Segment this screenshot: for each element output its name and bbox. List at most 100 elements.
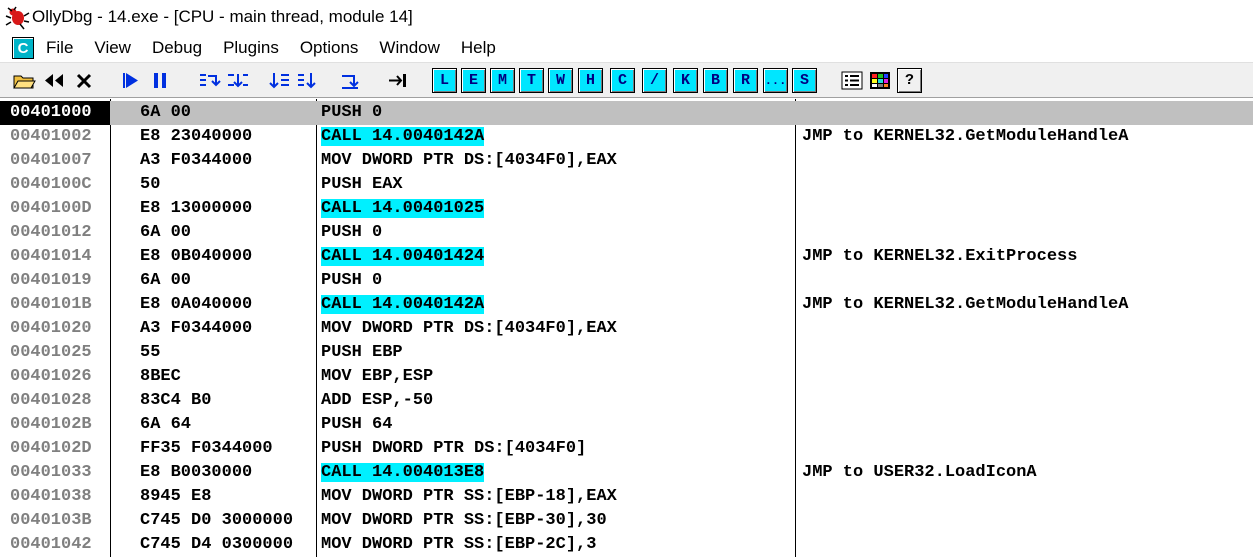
menu-plugins[interactable]: Plugins <box>223 38 279 58</box>
step-over-icon[interactable] <box>226 68 250 93</box>
disasm-row[interactable]: 0040102D FF35 F0344000 PUSH DWORD PTR DS… <box>0 437 1253 461</box>
instruction: MOV DWORD PTR SS:[EBP-18],EAX <box>321 487 617 506</box>
instruction: PUSH 0 <box>321 223 383 242</box>
menu-file[interactable]: File <box>46 38 73 58</box>
disassembly: PUSH 64 <box>321 413 795 437</box>
call-instruction: CALL 14.0040142A <box>321 295 485 314</box>
hex-dump: E8 0A040000 <box>140 295 253 314</box>
disassembly: MOV DWORD PTR DS:[4034F0],EAX <box>321 149 795 173</box>
breakpoints-button[interactable]: B <box>703 68 728 93</box>
run-trace-button[interactable]: ... <box>763 68 788 93</box>
disasm-row-selected[interactable]: 00401000 6A 00 PUSH 0 <box>0 101 1253 125</box>
cpu-window-button[interactable]: C <box>12 37 34 59</box>
address: 00401038 <box>10 487 92 506</box>
close-icon[interactable] <box>72 68 96 93</box>
address: 00401007 <box>10 151 92 170</box>
trace-into-icon[interactable] <box>268 68 292 93</box>
run-icon[interactable] <box>120 68 144 93</box>
source-button[interactable]: S <box>792 68 817 93</box>
appearance-icon[interactable] <box>868 68 892 93</box>
disassembly: MOV DWORD PTR DS:[4034F0],EAX <box>321 317 795 341</box>
references-button[interactable]: R <box>733 68 758 93</box>
title-bar: OllyDbg - 14.exe - [CPU - main thread, m… <box>0 0 1253 34</box>
menu-view[interactable]: View <box>94 38 131 58</box>
memory-map-button[interactable]: M <box>490 68 515 93</box>
disasm-row[interactable]: 00401026 8BEC MOV EBP,ESP <box>0 365 1253 389</box>
disasm-row[interactable]: 00401033 E8 B0030000 CALL 14.004013E8 JM… <box>0 461 1253 485</box>
options-list-icon[interactable] <box>840 68 864 93</box>
menu-debug[interactable]: Debug <box>152 38 202 58</box>
hex-dump: E8 B0030000 <box>140 463 253 482</box>
instruction: MOV DWORD PTR SS:[EBP-30],30 <box>321 511 607 530</box>
comment: JMP to KERNEL32.GetModuleHandleA <box>802 127 1129 146</box>
ollydbg-bug-icon <box>5 6 30 30</box>
hex-dump: 8945 E8 <box>140 487 212 506</box>
disassembly: MOV DWORD PTR SS:[EBP-2C],3 <box>321 533 795 557</box>
address: 00401025 <box>10 343 92 362</box>
windows-button[interactable]: W <box>548 68 573 93</box>
disasm-row[interactable]: 00401012 6A 00 PUSH 0 <box>0 221 1253 245</box>
disassembly: PUSH EAX <box>321 173 795 197</box>
address: 00401019 <box>10 271 92 290</box>
disasm-row[interactable]: 0040103B C745 D0 3000000 MOV DWORD PTR S… <box>0 509 1253 533</box>
executable-modules-button[interactable]: E <box>461 68 486 93</box>
disasm-row[interactable]: 0040100C 50 PUSH EAX <box>0 173 1253 197</box>
call-instruction: CALL 14.004013E8 <box>321 463 485 482</box>
disassembly: PUSH 0 <box>321 221 795 245</box>
address: 00401020 <box>10 319 92 338</box>
disasm-row[interactable]: 00401025 55 PUSH EBP <box>0 341 1253 365</box>
address: 00401000 <box>0 101 110 125</box>
disassembly: CALL 14.004013E8 <box>321 461 795 485</box>
execute-till-return-icon[interactable] <box>338 68 362 93</box>
disasm-row[interactable]: 00401020 A3 F0344000 MOV DWORD PTR DS:[4… <box>0 317 1253 341</box>
disasm-row[interactable]: 0040102B 6A 64 PUSH 64 <box>0 413 1253 437</box>
address: 00401002 <box>10 127 92 146</box>
address: 0040100D <box>10 199 92 218</box>
hex-dump: 6A 00 <box>140 223 192 242</box>
trace-over-icon[interactable] <box>296 68 320 93</box>
disasm-row[interactable]: 00401028 83C4 B0 ADD ESP,-50 <box>0 389 1253 413</box>
cpu-button[interactable]: C <box>610 68 635 93</box>
disassembly: PUSH DWORD PTR DS:[4034F0] <box>321 437 795 461</box>
open-folder-icon[interactable] <box>12 68 36 93</box>
menu-help[interactable]: Help <box>461 38 496 58</box>
hex-dump: 83C4 B0 <box>140 391 212 410</box>
restart-icon[interactable] <box>41 68 67 93</box>
address: 00401014 <box>10 247 92 266</box>
threads-button[interactable]: T <box>519 68 544 93</box>
disassembly: CALL 14.0040142A <box>321 125 795 149</box>
patches-button[interactable]: / <box>642 68 667 93</box>
disasm-row[interactable]: 0040100D E8 13000000 CALL 14.00401025 <box>0 197 1253 221</box>
address: 00401042 <box>10 535 92 554</box>
call-stack-button[interactable]: K <box>673 68 698 93</box>
disasm-row[interactable]: 00401038 8945 E8 MOV DWORD PTR SS:[EBP-1… <box>0 485 1253 509</box>
hex-dump: 6A 00 <box>140 103 192 122</box>
disasm-row[interactable]: 00401019 6A 00 PUSH 0 <box>0 269 1253 293</box>
menu-options[interactable]: Options <box>300 38 359 58</box>
address: 00401026 <box>10 367 92 386</box>
menu-window[interactable]: Window <box>379 38 439 58</box>
address: 0040103B <box>10 511 92 530</box>
go-to-icon[interactable] <box>386 68 410 93</box>
log-window-button[interactable]: L <box>432 68 457 93</box>
disassembly-pane[interactable]: 00401000 6A 00 PUSH 0 00401002 E8 230400… <box>0 99 1253 557</box>
disassembly: PUSH 0 <box>321 101 795 125</box>
disasm-row[interactable]: 00401042 C745 D4 0300000 MOV DWORD PTR S… <box>0 533 1253 557</box>
handles-button[interactable]: H <box>578 68 603 93</box>
address: 0040102B <box>10 415 92 434</box>
disasm-row[interactable]: 00401002 E8 23040000 CALL 14.0040142A JM… <box>0 125 1253 149</box>
disasm-row[interactable]: 0040101B E8 0A040000 CALL 14.0040142A JM… <box>0 293 1253 317</box>
step-into-icon[interactable] <box>198 68 222 93</box>
instruction: MOV DWORD PTR DS:[4034F0],EAX <box>321 151 617 170</box>
hex-dump: 6A 64 <box>140 415 192 434</box>
address: 00401028 <box>10 391 92 410</box>
hex-dump: A3 F0344000 <box>140 319 253 338</box>
pause-icon[interactable] <box>148 68 172 93</box>
disassembly: CALL 14.00401025 <box>321 197 795 221</box>
disassembly: PUSH 0 <box>321 269 795 293</box>
help-button[interactable]: ? <box>897 68 922 93</box>
disassembly: MOV DWORD PTR SS:[EBP-18],EAX <box>321 485 795 509</box>
instruction: MOV DWORD PTR DS:[4034F0],EAX <box>321 319 617 338</box>
disasm-row[interactable]: 00401014 E8 0B040000 CALL 14.00401424 JM… <box>0 245 1253 269</box>
disasm-row[interactable]: 00401007 A3 F0344000 MOV DWORD PTR DS:[4… <box>0 149 1253 173</box>
